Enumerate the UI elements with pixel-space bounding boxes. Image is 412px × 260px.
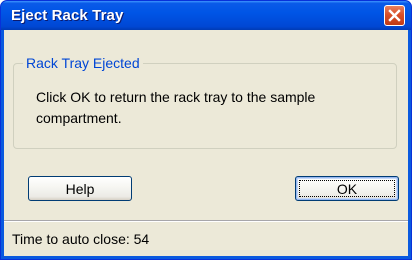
- close-icon: [388, 9, 401, 22]
- focus-rectangle: [299, 180, 395, 197]
- dialog-message: Click OK to return the rack tray to the …: [36, 89, 316, 126]
- title-bar[interactable]: Eject Rack Tray: [1, 1, 411, 30]
- ok-button[interactable]: OK: [295, 176, 399, 201]
- eject-rack-tray-dialog: Eject Rack Tray Rack Tray Ejected Click …: [0, 0, 412, 260]
- group-box-legend: Rack Tray Ejected: [23, 55, 143, 71]
- status-bar: Time to auto close: 54: [4, 222, 408, 256]
- close-button[interactable]: [384, 5, 405, 26]
- auto-close-countdown: Time to auto close: 54: [12, 231, 150, 247]
- window-title: Eject Rack Tray: [11, 7, 124, 24]
- dialog-body: Rack Tray Ejected Click OK to return the…: [4, 30, 408, 256]
- help-button[interactable]: Help: [28, 176, 132, 201]
